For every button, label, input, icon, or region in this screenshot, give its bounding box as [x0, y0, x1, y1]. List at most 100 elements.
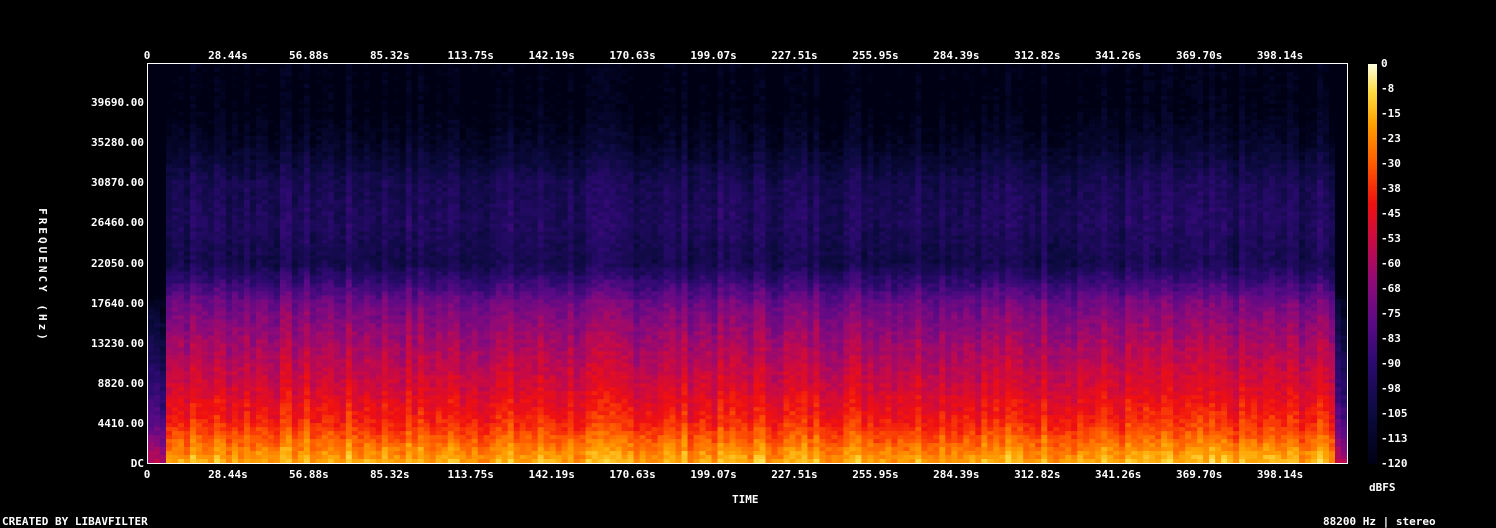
spectrogram-cell [190, 287, 197, 292]
spectrogram-cell [220, 252, 227, 257]
spectrogram-cell [286, 264, 293, 269]
spectrogram-cell [292, 68, 299, 73]
spectrogram-cell [322, 148, 329, 153]
spectrogram-cell [256, 240, 263, 245]
spectrogram-cell [334, 419, 341, 424]
spectrogram-cell [322, 355, 329, 360]
spectrogram-cell [226, 128, 233, 133]
spectrogram-cell [238, 92, 245, 97]
spectrogram-cell [256, 236, 263, 241]
spectrogram-cell [310, 224, 317, 229]
spectrogram-cell [160, 208, 167, 213]
spectrogram-cell [274, 112, 281, 117]
spectrogram-cell [208, 252, 215, 257]
spectrogram-cell [274, 100, 281, 105]
spectrogram-cell [190, 224, 197, 229]
spectrogram-cell [286, 196, 293, 201]
spectrogram-cell [220, 240, 227, 245]
spectrogram-cell [340, 319, 347, 324]
spectrogram-cell [178, 256, 185, 261]
spectrogram-cell [202, 236, 209, 241]
spectrogram-cell [154, 371, 161, 376]
spectrogram-cell [280, 120, 287, 125]
spectrogram-cell [304, 236, 311, 241]
spectrogram-cell [202, 156, 209, 161]
spectrogram-cell [310, 208, 317, 213]
spectrogram-cell [178, 248, 185, 253]
spectrogram-cell [190, 455, 197, 460]
spectrogram-cell [334, 84, 341, 89]
spectrogram-cell [262, 108, 269, 113]
spectrogram-cell [232, 176, 239, 181]
spectrogram-cell [256, 224, 263, 229]
spectrogram-cell [232, 423, 239, 428]
spectrogram-cell [274, 136, 281, 141]
spectrogram-cell [202, 283, 209, 288]
spectrogram-cell [196, 68, 203, 73]
spectrogram-cell [184, 96, 191, 101]
spectrogram-cell [160, 387, 167, 392]
spectrogram-cell [208, 435, 215, 440]
spectrogram-cell [172, 164, 179, 169]
spectrogram-cell [280, 375, 287, 380]
spectrogram-cell [304, 439, 311, 444]
spectrogram-cell [166, 275, 173, 280]
spectrogram-cell [160, 68, 167, 73]
spectrogram-cell [214, 188, 221, 193]
spectrogram-cell [262, 76, 269, 81]
spectrogram-cell [190, 335, 197, 340]
spectrogram-cell [190, 104, 197, 109]
spectrogram-cell [166, 224, 173, 229]
spectrogram-cell [310, 435, 317, 440]
spectrogram-cell [238, 455, 245, 460]
spectrogram-cell [190, 128, 197, 133]
spectrogram-cell [166, 287, 173, 292]
spectrogram-cell [316, 76, 323, 81]
spectrogram-cell [310, 327, 317, 332]
spectrogram-cell [256, 291, 263, 296]
spectrogram-cell [316, 411, 323, 416]
spectrogram-cell [268, 383, 275, 388]
spectrogram-cell [238, 140, 245, 145]
spectrogram-cell [286, 84, 293, 89]
spectrogram-cell [196, 144, 203, 149]
spectrogram-cell [148, 387, 155, 392]
spectrogram-cell [250, 379, 257, 384]
spectrogram-cell [220, 104, 227, 109]
spectrogram-cell [334, 80, 341, 85]
spectrogram-cell [322, 359, 329, 364]
spectrogram-cell [172, 196, 179, 201]
spectrogram-cell [202, 84, 209, 89]
spectrogram-cell [268, 252, 275, 257]
spectrogram-cell [154, 359, 161, 364]
spectrogram-cell [316, 240, 323, 245]
spectrogram-cell [316, 415, 323, 420]
spectrogram-cell [196, 220, 203, 225]
spectrogram-cell [190, 112, 197, 117]
spectrogram-cell [316, 331, 323, 336]
spectrogram-cell [262, 188, 269, 193]
spectrogram-cell [274, 256, 281, 261]
spectrogram-cell [250, 419, 257, 424]
spectrogram-cell [172, 319, 179, 324]
spectrogram-cell [148, 423, 155, 428]
spectrogram-cell [292, 295, 299, 300]
spectrogram-cell [190, 375, 197, 380]
spectrogram-cell [334, 399, 341, 404]
spectrogram-cell [256, 124, 263, 129]
spectrogram-cell [238, 64, 245, 69]
spectrogram-cell [154, 64, 161, 69]
spectrogram-cell [178, 216, 185, 221]
spectrogram-cell [208, 395, 215, 400]
spectrogram-cell [298, 208, 305, 213]
spectrogram-cell [340, 311, 347, 316]
spectrogram-cell [148, 88, 155, 93]
spectrogram-cell [286, 192, 293, 197]
spectrogram-cell [208, 264, 215, 269]
spectrogram-cell [220, 347, 227, 352]
spectrogram-cell [232, 343, 239, 348]
spectrogram-cell [226, 184, 233, 189]
spectrogram-cell [214, 220, 221, 225]
spectrogram-cell [262, 395, 269, 400]
spectrogram-cell [256, 80, 263, 85]
